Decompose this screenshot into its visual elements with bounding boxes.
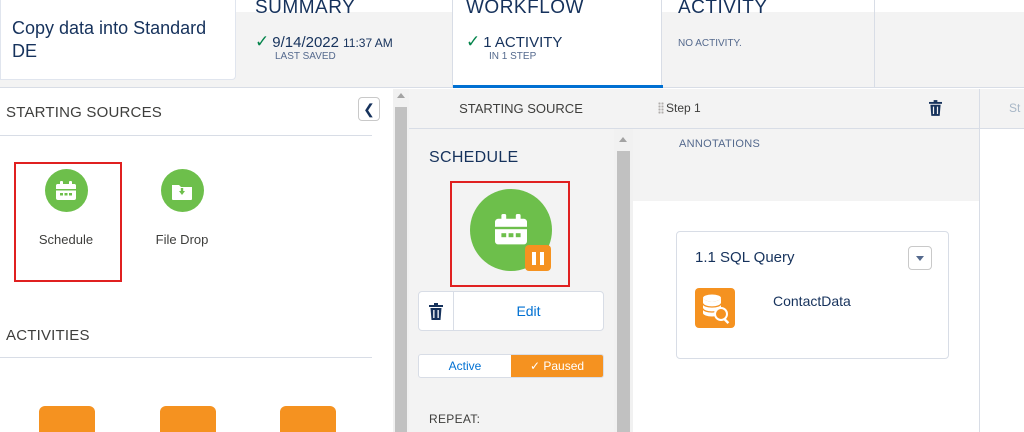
workflow-activity-count: 1 ACTIVITY (483, 34, 563, 51)
folder-download-icon (160, 169, 204, 212)
scroll-up-icon (397, 93, 405, 98)
source-label: File Drop (155, 232, 209, 247)
sql-query-icon (695, 288, 735, 328)
toggle-active[interactable]: Active (419, 355, 511, 377)
tab-summary[interactable]: SUMMARY ✓ 9/14/2022 11:37 AM LAST SAVED (242, 0, 452, 88)
activity-card[interactable]: 1.1 SQL Query ContactData (676, 231, 949, 359)
summary-label: SUMMARY (255, 0, 356, 18)
activity-tile-icon[interactable] (280, 406, 336, 432)
last-saved-date: 9/14/2022 (272, 34, 339, 51)
selection-highlight (450, 181, 570, 287)
chevron-left-icon: ❮ (363, 101, 375, 117)
annotations-area[interactable]: ANNOTATIONS (633, 129, 979, 201)
activity-name: ContactData (773, 293, 851, 309)
trash-icon (429, 302, 443, 320)
annotations-label: ANNOTATIONS (679, 138, 761, 150)
starting-source-title: SCHEDULE (429, 149, 519, 166)
divider (0, 357, 372, 358)
edit-source-button[interactable]: Edit (453, 291, 604, 331)
tab-workflow[interactable]: WORKFLOW ✓ 1 ACTIVITY IN 1 STEP (452, 0, 663, 88)
starting-source-column-header: STARTING SOURCE (409, 89, 633, 129)
last-saved-time: 11:37 AM (342, 36, 393, 50)
drag-handle-icon[interactable] (658, 102, 664, 114)
workflow-label: WORKFLOW (466, 0, 584, 18)
palette-panel: STARTING SOURCES ❮ Schedule File Drop AC… (0, 89, 392, 432)
starting-source-panel: SCHEDULE Edit Active ✓ Paused REPEAT: (409, 129, 633, 432)
workflow-step-count: IN 1 STEP (489, 51, 537, 62)
active-paused-toggle[interactable]: Active ✓ Paused (418, 354, 604, 378)
palette-scrollbar[interactable] (393, 89, 409, 432)
activity-status: NO ACTIVITY. (678, 38, 742, 49)
divider (979, 89, 980, 129)
tab-activity[interactable]: ACTIVITY NO ACTIVITY. (663, 0, 875, 88)
chevron-down-icon (916, 255, 924, 261)
collapse-panel-button[interactable]: ❮ (358, 97, 380, 121)
check-icon: ✓ (255, 32, 270, 51)
toggle-paused[interactable]: ✓ Paused (511, 355, 603, 377)
activity-menu-button[interactable] (908, 246, 932, 270)
step-title: Step 1 (666, 101, 701, 115)
selection-highlight (14, 162, 122, 282)
delete-step-button[interactable] (929, 100, 942, 121)
active-tab-indicator (453, 85, 663, 88)
step-column-header: Step 1 St (633, 89, 1024, 129)
trash-icon (929, 100, 942, 116)
source-tile-file-drop[interactable]: File Drop (130, 169, 234, 247)
delete-source-button[interactable] (418, 291, 454, 331)
last-saved-label: LAST SAVED (275, 51, 336, 62)
scroll-up-icon (619, 137, 627, 142)
starting-sources-title: STARTING SOURCES (6, 104, 162, 121)
workflow-header: Copy data into Standard DE SUMMARY ✓ 9/1… (0, 0, 1024, 88)
activity-label: ACTIVITY (678, 0, 768, 18)
activity-tile-icon[interactable] (39, 406, 95, 432)
divider (979, 129, 980, 432)
divider (0, 135, 372, 136)
automation-name-card[interactable]: Copy data into Standard DE (0, 0, 236, 80)
activities-title: ACTIVITIES (6, 327, 90, 344)
starting-source-scrollbar[interactable] (614, 129, 633, 432)
next-step-title: St (1009, 101, 1021, 115)
repeat-label: REPEAT: (429, 412, 481, 426)
activity-title: 1.1 SQL Query (695, 249, 795, 266)
automation-name: Copy data into Standard DE (12, 18, 207, 61)
activity-tile-icon[interactable] (160, 406, 216, 432)
scrollbar-thumb[interactable] (395, 107, 407, 432)
check-icon: ✓ (466, 32, 481, 51)
scrollbar-thumb[interactable] (617, 151, 630, 432)
check-icon: ✓ (529, 359, 544, 373)
